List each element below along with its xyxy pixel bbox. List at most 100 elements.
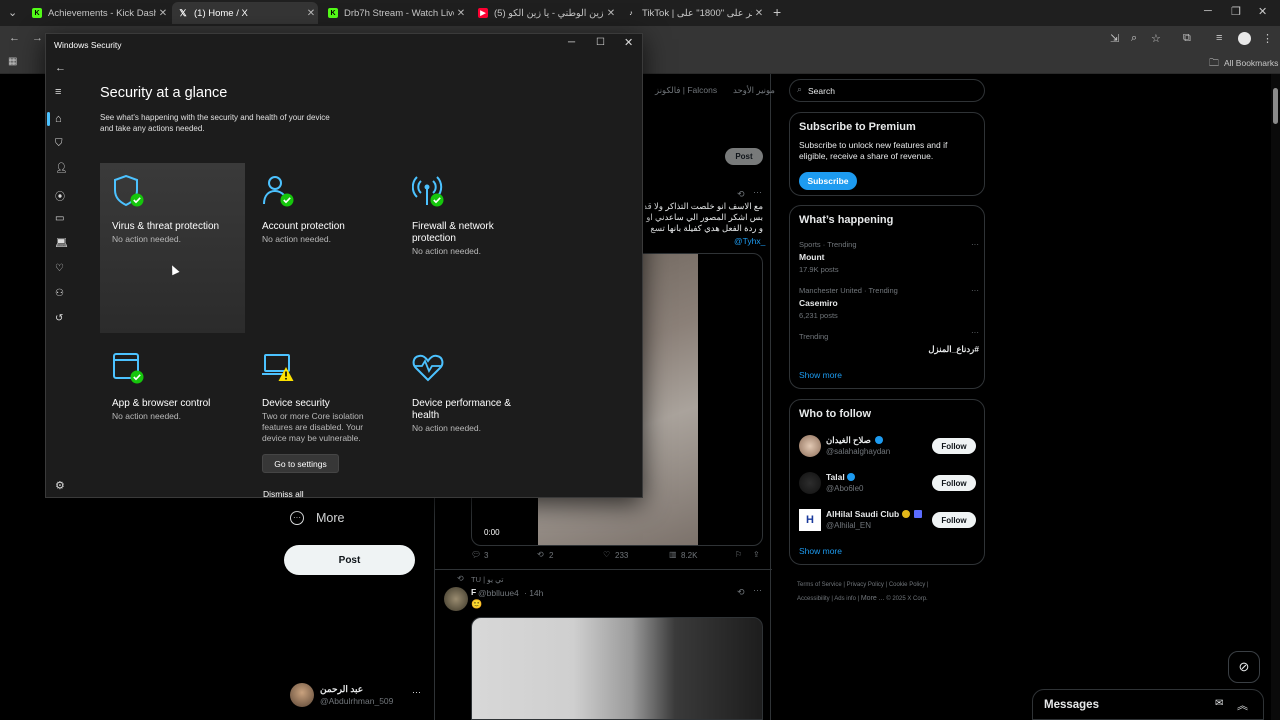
chrome-menu-icon[interactable]: ⋮ [1262, 32, 1273, 45]
footer-link[interactable]: More ... [861, 595, 885, 602]
app-browser-icon[interactable]: ▭ [55, 213, 66, 224]
close-window-icon[interactable]: ✕ [1258, 5, 1267, 18]
nav-more[interactable]: More [316, 511, 344, 525]
settings-gear-icon[interactable]: ⚙ [55, 479, 66, 492]
close-icon[interactable]: ✕ [304, 8, 318, 19]
apps-grid-icon[interactable]: ▦ [8, 56, 17, 67]
close-icon[interactable]: ✕ [604, 8, 618, 19]
minimize-icon[interactable]: ─ [568, 37, 575, 48]
tab-x-home[interactable]: 𝕏 (1) Home / X ✕ [172, 2, 318, 24]
tile-account-protection[interactable]: Account protection No action needed. [250, 163, 395, 333]
close-icon[interactable]: ✕ [752, 8, 766, 19]
close-icon[interactable]: ✕ [624, 36, 633, 49]
tile-virus-threat-protection[interactable]: Virus & threat protection No action need… [100, 163, 245, 333]
tweet-more-icon[interactable]: ··· [753, 187, 762, 197]
subscribe-button[interactable]: Subscribe [799, 172, 857, 190]
tweet-more-icon[interactable]: ··· [753, 585, 762, 595]
tab-kick-stream[interactable]: K Drb7h Stream - Watch Live on K ✕ [322, 2, 468, 24]
tile-app-browser-control[interactable]: App & browser control No action needed. [100, 340, 245, 490]
tweet-mention[interactable]: @Tyhx_ [734, 236, 765, 246]
footer-link[interactable]: Privacy Policy [847, 582, 884, 588]
follow-suggestion[interactable]: H AlHilal Saudi Club @Alhilal_EN Follow [790, 506, 986, 534]
new-message-icon[interactable]: ✉ [1215, 698, 1223, 709]
page-scrollbar[interactable] [1271, 74, 1280, 720]
timeline-tab-other[interactable]: مونير الأوحد [733, 85, 775, 96]
tab-youtube[interactable]: ▶ (5) عمل زين الوطني - يا زين الكو ✕ [472, 2, 618, 24]
home-icon[interactable]: ⌂ [55, 113, 66, 125]
family-icon[interactable]: ⚇ [55, 288, 66, 299]
footer-link[interactable]: Ads info [834, 596, 856, 602]
trend-item[interactable]: Trending #ردناع_المنزل ··· [799, 328, 979, 358]
bookmark-star-icon[interactable]: ☆ [1151, 32, 1161, 45]
tab-search-icon[interactable]: ⌄ [8, 6, 17, 19]
all-bookmarks-link[interactable]: All Bookmarks [1224, 58, 1278, 68]
tweet-author[interactable]: F [471, 587, 476, 597]
nav-post-button[interactable]: Post [284, 545, 415, 575]
zoom-icon[interactable]: ⌕ [1131, 32, 1137, 45]
share-icon[interactable]: ⇪ [753, 550, 760, 559]
tile-device-security[interactable]: Device security Two or more Core isolati… [250, 340, 395, 490]
trend-more-icon[interactable]: ··· [971, 286, 979, 295]
account-more-icon[interactable]: ··· [412, 687, 421, 697]
follow-suggestion[interactable]: Talal @Abo6le0 Follow [790, 469, 986, 497]
tweet-image[interactable] [471, 617, 763, 720]
hamburger-menu-icon[interactable]: ≡ [55, 86, 61, 98]
trend-item[interactable]: Sports · Trending Mount 17.9K posts ··· [799, 240, 979, 280]
trend-item[interactable]: Manchester United · Trending Casemiro 6,… [799, 286, 979, 326]
reply-icon[interactable]: 💬︎ [471, 550, 481, 559]
messages-drawer[interactable]: Messages ✉ ︽ [1032, 689, 1264, 720]
profile-avatar[interactable] [1238, 32, 1251, 45]
back-icon[interactable]: ← [55, 62, 66, 74]
tab-tiktok[interactable]: ♪ TikTok | اعثر على "1800" على ... ✕ [620, 2, 766, 24]
minimize-icon[interactable]: ─ [1204, 5, 1212, 17]
maximize-icon[interactable]: ❐ [1231, 5, 1241, 18]
install-app-icon[interactable]: ⇲ [1110, 32, 1119, 45]
grok-icon[interactable]: ⟲ [737, 587, 745, 598]
follow-button[interactable]: Follow [932, 512, 976, 528]
like-icon[interactable]: ♡ [603, 550, 610, 559]
shield-icon[interactable]: ⛉ [55, 138, 66, 149]
back-icon[interactable]: ← [9, 32, 20, 44]
search-box[interactable]: ⌕ Search [789, 79, 985, 102]
footer-link[interactable]: Cookie Policy [889, 582, 925, 588]
account-switcher[interactable]: عبد الرحمن @Abdulrhman_509 ··· [290, 681, 430, 709]
tile-firewall-network-protection[interactable]: Firewall & network protection No action … [400, 163, 545, 333]
views-icon[interactable]: ▥ [669, 550, 677, 559]
history-icon[interactable]: ↺ [55, 313, 66, 324]
search-input[interactable]: Search [808, 86, 835, 96]
tweet-handle[interactable]: @bblluue4 [478, 588, 519, 598]
trend-more-icon[interactable]: ··· [971, 328, 979, 337]
follow-button[interactable]: Follow [932, 438, 976, 454]
expand-icon[interactable]: ︽ [1237, 697, 1248, 713]
footer-link[interactable]: Accessibility [797, 596, 830, 602]
avatar[interactable] [444, 587, 468, 611]
tile-device-performance-health[interactable]: Device performance & health No action ne… [400, 340, 545, 490]
bookmark-icon[interactable]: ⚐ [735, 550, 742, 559]
maximize-icon[interactable]: ☐ [596, 37, 605, 48]
wifi-antenna-icon[interactable]: ⦿ [55, 188, 66, 203]
compose-post-button[interactable]: Post [725, 148, 763, 165]
grok-button[interactable]: ⊘ [1228, 651, 1260, 683]
forward-icon[interactable]: → [32, 32, 43, 44]
timeline-tab-falcons[interactable]: فالكونز | Falcons [655, 85, 717, 96]
show-more-link[interactable]: Show more [799, 370, 842, 380]
go-to-settings-button[interactable]: Go to settings [262, 454, 339, 473]
follow-suggestion[interactable]: صلاح الغيدان @salahalghaydan Follow [790, 432, 986, 460]
grok-icon[interactable]: ⟲ [737, 189, 745, 200]
footer-link[interactable]: Terms of Service [797, 582, 842, 588]
tab-kick-dashboard[interactable]: K Achievements - Kick Dashboard ✕ [26, 2, 170, 24]
media-control-icon[interactable]: ≡ [1216, 32, 1222, 44]
laptop-icon[interactable]: 💻︎ [55, 238, 68, 249]
heart-pulse-icon[interactable]: ♡ [55, 263, 66, 274]
person-icon[interactable]: 👤︎ [55, 163, 68, 174]
close-icon[interactable]: ✕ [454, 8, 468, 19]
scrollbar-thumb[interactable] [1273, 88, 1278, 124]
show-more-link[interactable]: Show more [799, 546, 842, 556]
more-icon[interactable]: ··· [290, 511, 304, 525]
new-tab-button[interactable]: + [773, 4, 781, 20]
repost-icon[interactable]: ⟲ [537, 550, 544, 559]
close-icon[interactable]: ✕ [156, 8, 170, 19]
follow-button[interactable]: Follow [932, 475, 976, 491]
extensions-icon[interactable]: ⧉ [1183, 32, 1191, 45]
trend-more-icon[interactable]: ··· [971, 240, 979, 249]
